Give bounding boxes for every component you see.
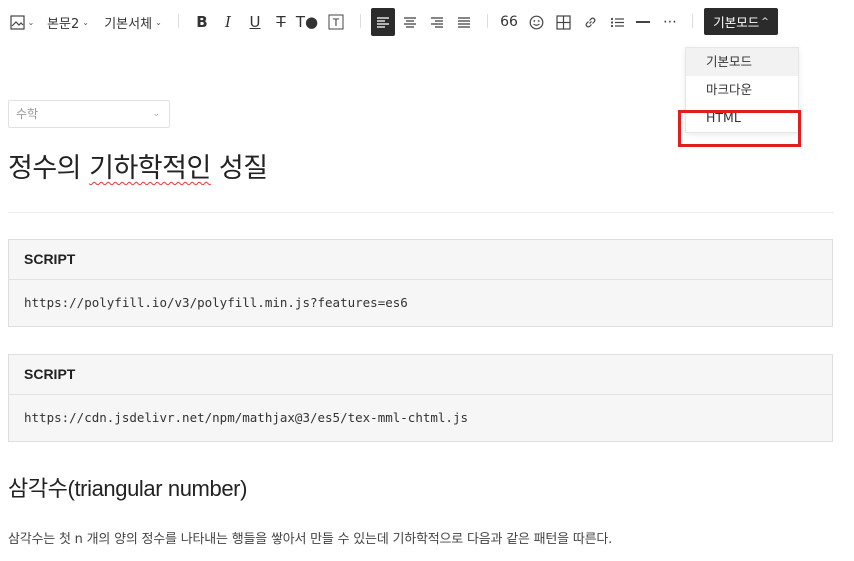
align-center-button[interactable]: [399, 8, 421, 36]
script-block-header: SCRIPT: [9, 240, 832, 280]
script-block-content: https://polyfill.io/v3/polyfill.min.js?f…: [24, 295, 408, 310]
svg-text:T: T: [333, 17, 340, 29]
font-select[interactable]: 기본서체 ⌄: [100, 8, 166, 36]
heading-korean: 삼각수: [8, 477, 68, 502]
title-text-part: 성질: [210, 153, 268, 184]
text-background-icon: T: [328, 14, 344, 30]
text-color-icon: T●: [295, 13, 319, 31]
strikethrough-button[interactable]: T: [270, 8, 292, 36]
editor-mode-label: 기본모드: [713, 15, 760, 30]
table-icon: [555, 14, 571, 30]
align-right-button[interactable]: [426, 8, 448, 36]
align-justify-button[interactable]: [453, 8, 475, 36]
title-text-part: 정수의: [8, 153, 90, 184]
chevron-down-icon: ⌄: [155, 17, 162, 27]
emoticon-button[interactable]: [525, 8, 547, 36]
script-block-content: https://cdn.jsdelivr.net/npm/mathjax@3/e…: [24, 410, 469, 425]
italic-button[interactable]: I: [217, 8, 239, 36]
emoticon-icon: [529, 15, 543, 29]
chevron-down-icon: ⌄: [82, 17, 89, 27]
paragraph-style-label: 본문2: [47, 16, 80, 32]
more-icon: ⋯: [663, 14, 677, 30]
script-block[interactable]: SCRIPT https://polyfill.io/v3/polyfill.m…: [8, 239, 833, 327]
quote-icon: 66: [500, 14, 518, 30]
body-paragraph[interactable]: 삼각수는 첫 n 개의 양의 정수를 나타내는 행들을 쌓아서 만들 수 있는데…: [8, 528, 612, 547]
font-label: 기본서체: [104, 16, 153, 32]
category-value: 수학: [16, 107, 39, 121]
section-heading[interactable]: 삼각수(triangular number): [8, 471, 247, 503]
align-left-button[interactable]: [371, 8, 395, 36]
title-divider: [8, 212, 834, 213]
more-button[interactable]: ⋯: [659, 8, 681, 36]
text-background-button[interactable]: T: [325, 8, 347, 36]
link-button[interactable]: [579, 8, 601, 36]
table-button[interactable]: [552, 8, 574, 36]
align-left-icon: [377, 16, 389, 28]
bold-button[interactable]: B: [191, 8, 213, 36]
script-block-header: SCRIPT: [9, 355, 832, 395]
link-icon: [585, 17, 595, 27]
editor-mode-button[interactable]: 기본모드 ^: [704, 8, 778, 35]
mode-option-basic[interactable]: 기본모드: [686, 48, 798, 76]
strikethrough-icon: T: [276, 13, 286, 31]
horizontal-line-button[interactable]: [632, 8, 654, 36]
list-icon: [610, 17, 624, 27]
align-justify-icon: [458, 16, 470, 28]
editor-toolbar: ⌄ 본문2 ⌄ 기본서체 ⌄ B I U T T● T 66 ⋯ 기본모드 ^: [0, 0, 854, 44]
align-right-icon: [431, 16, 443, 28]
mode-option-markdown[interactable]: 마크다운: [686, 76, 798, 104]
toolbar-divider: [360, 14, 361, 28]
align-center-icon: [404, 16, 416, 28]
toolbar-divider: [487, 14, 488, 28]
horizontal-line-icon: [636, 21, 650, 23]
chevron-up-icon: ^: [761, 16, 769, 27]
quote-button[interactable]: 66: [498, 8, 520, 36]
title-spellcheck-word: 기하학적인: [89, 153, 211, 184]
bold-icon: B: [196, 13, 208, 31]
heading-english: (triangular number): [67, 476, 248, 501]
toolbar-divider: [178, 14, 179, 28]
paragraph-style-select[interactable]: 본문2 ⌄: [44, 8, 92, 36]
underline-icon: U: [249, 13, 261, 31]
html-option-highlight: [678, 110, 801, 147]
category-select[interactable]: 수학 ⌄: [8, 100, 170, 128]
chevron-down-icon: ⌄: [152, 109, 160, 119]
toolbar-divider: [692, 14, 693, 28]
chevron-down-icon: ⌄: [27, 17, 35, 27]
script-block[interactable]: SCRIPT https://cdn.jsdelivr.net/npm/math…: [8, 354, 833, 442]
italic-icon: I: [225, 13, 231, 31]
text-color-button[interactable]: T●: [296, 8, 318, 36]
post-title[interactable]: 정수의 기하학적인 성질: [8, 146, 268, 185]
image-icon: [10, 14, 25, 30]
list-button[interactable]: [606, 8, 628, 36]
insert-image-button[interactable]: ⌄: [6, 8, 38, 36]
underline-button[interactable]: U: [244, 8, 266, 36]
